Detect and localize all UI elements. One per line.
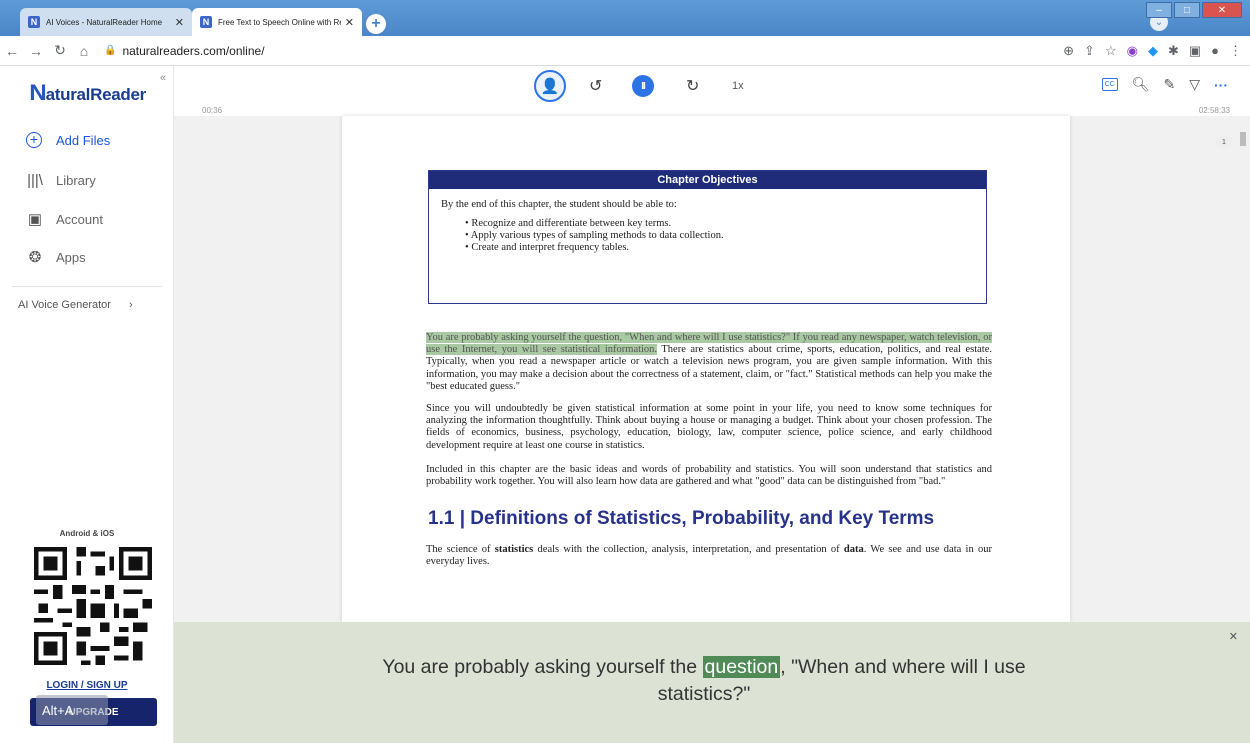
sidebar: NaturalReader « + Add Files |||\ Library… bbox=[0, 66, 174, 743]
list-item: Apply various types of sampling methods … bbox=[471, 230, 986, 242]
paragraph[interactable]: You are probably asking yourself the que… bbox=[426, 332, 992, 393]
close-caption-icon[interactable]: ✕ bbox=[1229, 630, 1238, 643]
paragraph[interactable]: Since you will undoubtedly be given stat… bbox=[426, 403, 992, 452]
caption-panel: ✕ You are probably asking yourself the q… bbox=[174, 622, 1250, 743]
player-toolbar: 👤 ↺ II ↻ 1x CC 🔍︎ ✎ ▽ ··· 00:36 02:58:33 bbox=[174, 66, 1250, 116]
chapter-objectives-box: Chapter Objectives By the end of this ch… bbox=[428, 170, 987, 304]
pause-button[interactable]: II bbox=[632, 75, 654, 97]
naturalreader-logo[interactable]: NaturalReader bbox=[29, 80, 146, 106]
lock-icon: 🔒 bbox=[104, 45, 117, 56]
section-heading: 1.1 | Definitions of Statistics, Probabi… bbox=[428, 508, 935, 529]
browser-tab-active[interactable]: N Free Text to Speech Online with Realis… bbox=[192, 8, 362, 36]
android-ios-label: Android & iOS bbox=[59, 529, 115, 538]
naturalreader-app: NaturalReader « + Add Files |||\ Library… bbox=[0, 66, 1250, 743]
profile-icon[interactable]: ● bbox=[1211, 43, 1219, 59]
sidebar-item-apps[interactable]: ❂ Apps bbox=[26, 248, 86, 266]
list-item: Recognize and differentiate between key … bbox=[471, 218, 986, 230]
scrollbar[interactable] bbox=[1238, 116, 1248, 622]
browser-tab[interactable]: N AI Voices - NaturalReader Home ✕ bbox=[20, 8, 192, 36]
forward-icon[interactable]: → bbox=[24, 43, 48, 59]
login-signup-link[interactable]: LOGIN / SIGN UP bbox=[0, 680, 174, 691]
right-tools: CC 🔍︎ ✎ ▽ ··· bbox=[1101, 76, 1228, 93]
qr-code[interactable] bbox=[34, 547, 152, 665]
bookmark-star-icon[interactable]: ☆ bbox=[1105, 43, 1117, 59]
window-controls: – □ ✕ bbox=[1146, 2, 1242, 18]
naturalreader-favicon-icon: N bbox=[200, 16, 212, 28]
document-viewer: Chapter Objectives By the end of this ch… bbox=[174, 116, 1250, 622]
sidebar-item-library[interactable]: |||\ Library bbox=[26, 172, 96, 189]
puzzle-icon[interactable]: ✱ bbox=[1168, 43, 1179, 59]
caption-text: You are probably asking yourself the que… bbox=[382, 656, 1026, 705]
paragraph[interactable]: Included in this chapter are the basic i… bbox=[426, 464, 992, 488]
sidepanel-icon[interactable]: ▣ bbox=[1189, 43, 1201, 59]
menu-dots-icon[interactable]: ⋮ bbox=[1229, 43, 1242, 59]
tab-title: AI Voices - NaturalReader Home bbox=[46, 17, 163, 27]
apps-icon: ❂ bbox=[28, 249, 42, 266]
close-window-button[interactable]: ✕ bbox=[1202, 2, 1242, 18]
home-icon[interactable]: ⌂ bbox=[72, 43, 96, 59]
address-bar[interactable]: 🔒 naturalreaders.com/online/ bbox=[104, 44, 265, 58]
url-text: naturalreaders.com/online/ bbox=[122, 43, 265, 58]
extension-icon[interactable]: ◉ bbox=[1127, 43, 1138, 59]
share-icon[interactable]: ⇪ bbox=[1084, 43, 1095, 59]
reload-icon[interactable]: ↻ bbox=[48, 42, 72, 59]
account-icon: ▣ bbox=[27, 211, 43, 228]
minimize-button[interactable]: – bbox=[1146, 2, 1172, 18]
extension-icon[interactable]: ◆ bbox=[1148, 43, 1158, 59]
zoom-icon[interactable]: 🔍︎ bbox=[1132, 76, 1150, 93]
tab-title: Free Text to Speech Online with Realisti bbox=[218, 17, 341, 27]
voice-avatar-button[interactable]: 👤 bbox=[534, 70, 566, 102]
total-time: 02:58:33 bbox=[1198, 106, 1230, 115]
current-word-highlight: question bbox=[702, 656, 781, 678]
shortcut-badge: Alt+A bbox=[36, 695, 108, 725]
sidebar-item-account[interactable]: ▣ Account bbox=[26, 210, 103, 228]
naturalreader-favicon-icon: N bbox=[28, 16, 40, 28]
rewind-icon[interactable]: ↺ bbox=[589, 76, 602, 96]
browser-toolbar: ← → ↻ ⌂ 🔒 naturalreaders.com/online/ ⊕ ⇪… bbox=[0, 36, 1250, 66]
browser-tab-strip: N AI Voices - NaturalReader Home ✕ N Fre… bbox=[0, 0, 1250, 36]
objectives-title: Chapter Objectives bbox=[429, 171, 986, 189]
scroll-thumb[interactable] bbox=[1240, 132, 1246, 146]
back-icon[interactable]: ← bbox=[0, 43, 24, 59]
cc-icon[interactable]: CC bbox=[1101, 78, 1118, 91]
close-tab-icon[interactable]: ✕ bbox=[345, 16, 354, 29]
extension-icons: ⊕ ⇪ ☆ ◉ ◆ ✱ ▣ ● ⋮ bbox=[1063, 43, 1242, 59]
maximize-button[interactable]: □ bbox=[1174, 2, 1200, 18]
chevron-right-icon: › bbox=[128, 299, 133, 311]
page-number-badge: 1 bbox=[1216, 136, 1232, 148]
ai-voice-generator-link[interactable]: AI Voice Generator › bbox=[18, 299, 133, 311]
filter-icon[interactable]: ▽ bbox=[1189, 76, 1200, 93]
library-icon: |||\ bbox=[27, 172, 43, 189]
forward-skip-icon[interactable]: ↻ bbox=[686, 76, 699, 96]
elapsed-time: 00:36 bbox=[202, 106, 223, 115]
more-options-icon[interactable]: ··· bbox=[1214, 77, 1228, 93]
close-tab-icon[interactable]: ✕ bbox=[175, 16, 184, 29]
add-circle-icon: + bbox=[26, 132, 42, 148]
objectives-list: Recognize and differentiate between key … bbox=[471, 218, 986, 254]
new-tab-button[interactable]: + bbox=[366, 14, 386, 34]
sidebar-item-add-files[interactable]: + Add Files bbox=[26, 132, 110, 148]
speed-button[interactable]: 1x bbox=[732, 80, 744, 92]
collapse-sidebar-icon[interactable]: « bbox=[160, 72, 166, 84]
list-item: Create and interpret frequency tables. bbox=[471, 242, 986, 254]
highlight-pen-icon[interactable]: ✎ bbox=[1163, 76, 1175, 93]
paragraph[interactable]: The science of statistics deals with the… bbox=[426, 544, 992, 568]
divider bbox=[12, 286, 162, 287]
install-app-icon[interactable]: ⊕ bbox=[1063, 43, 1074, 59]
objectives-intro: By the end of this chapter, the student … bbox=[441, 199, 677, 210]
document-page: Chapter Objectives By the end of this ch… bbox=[342, 116, 1070, 622]
